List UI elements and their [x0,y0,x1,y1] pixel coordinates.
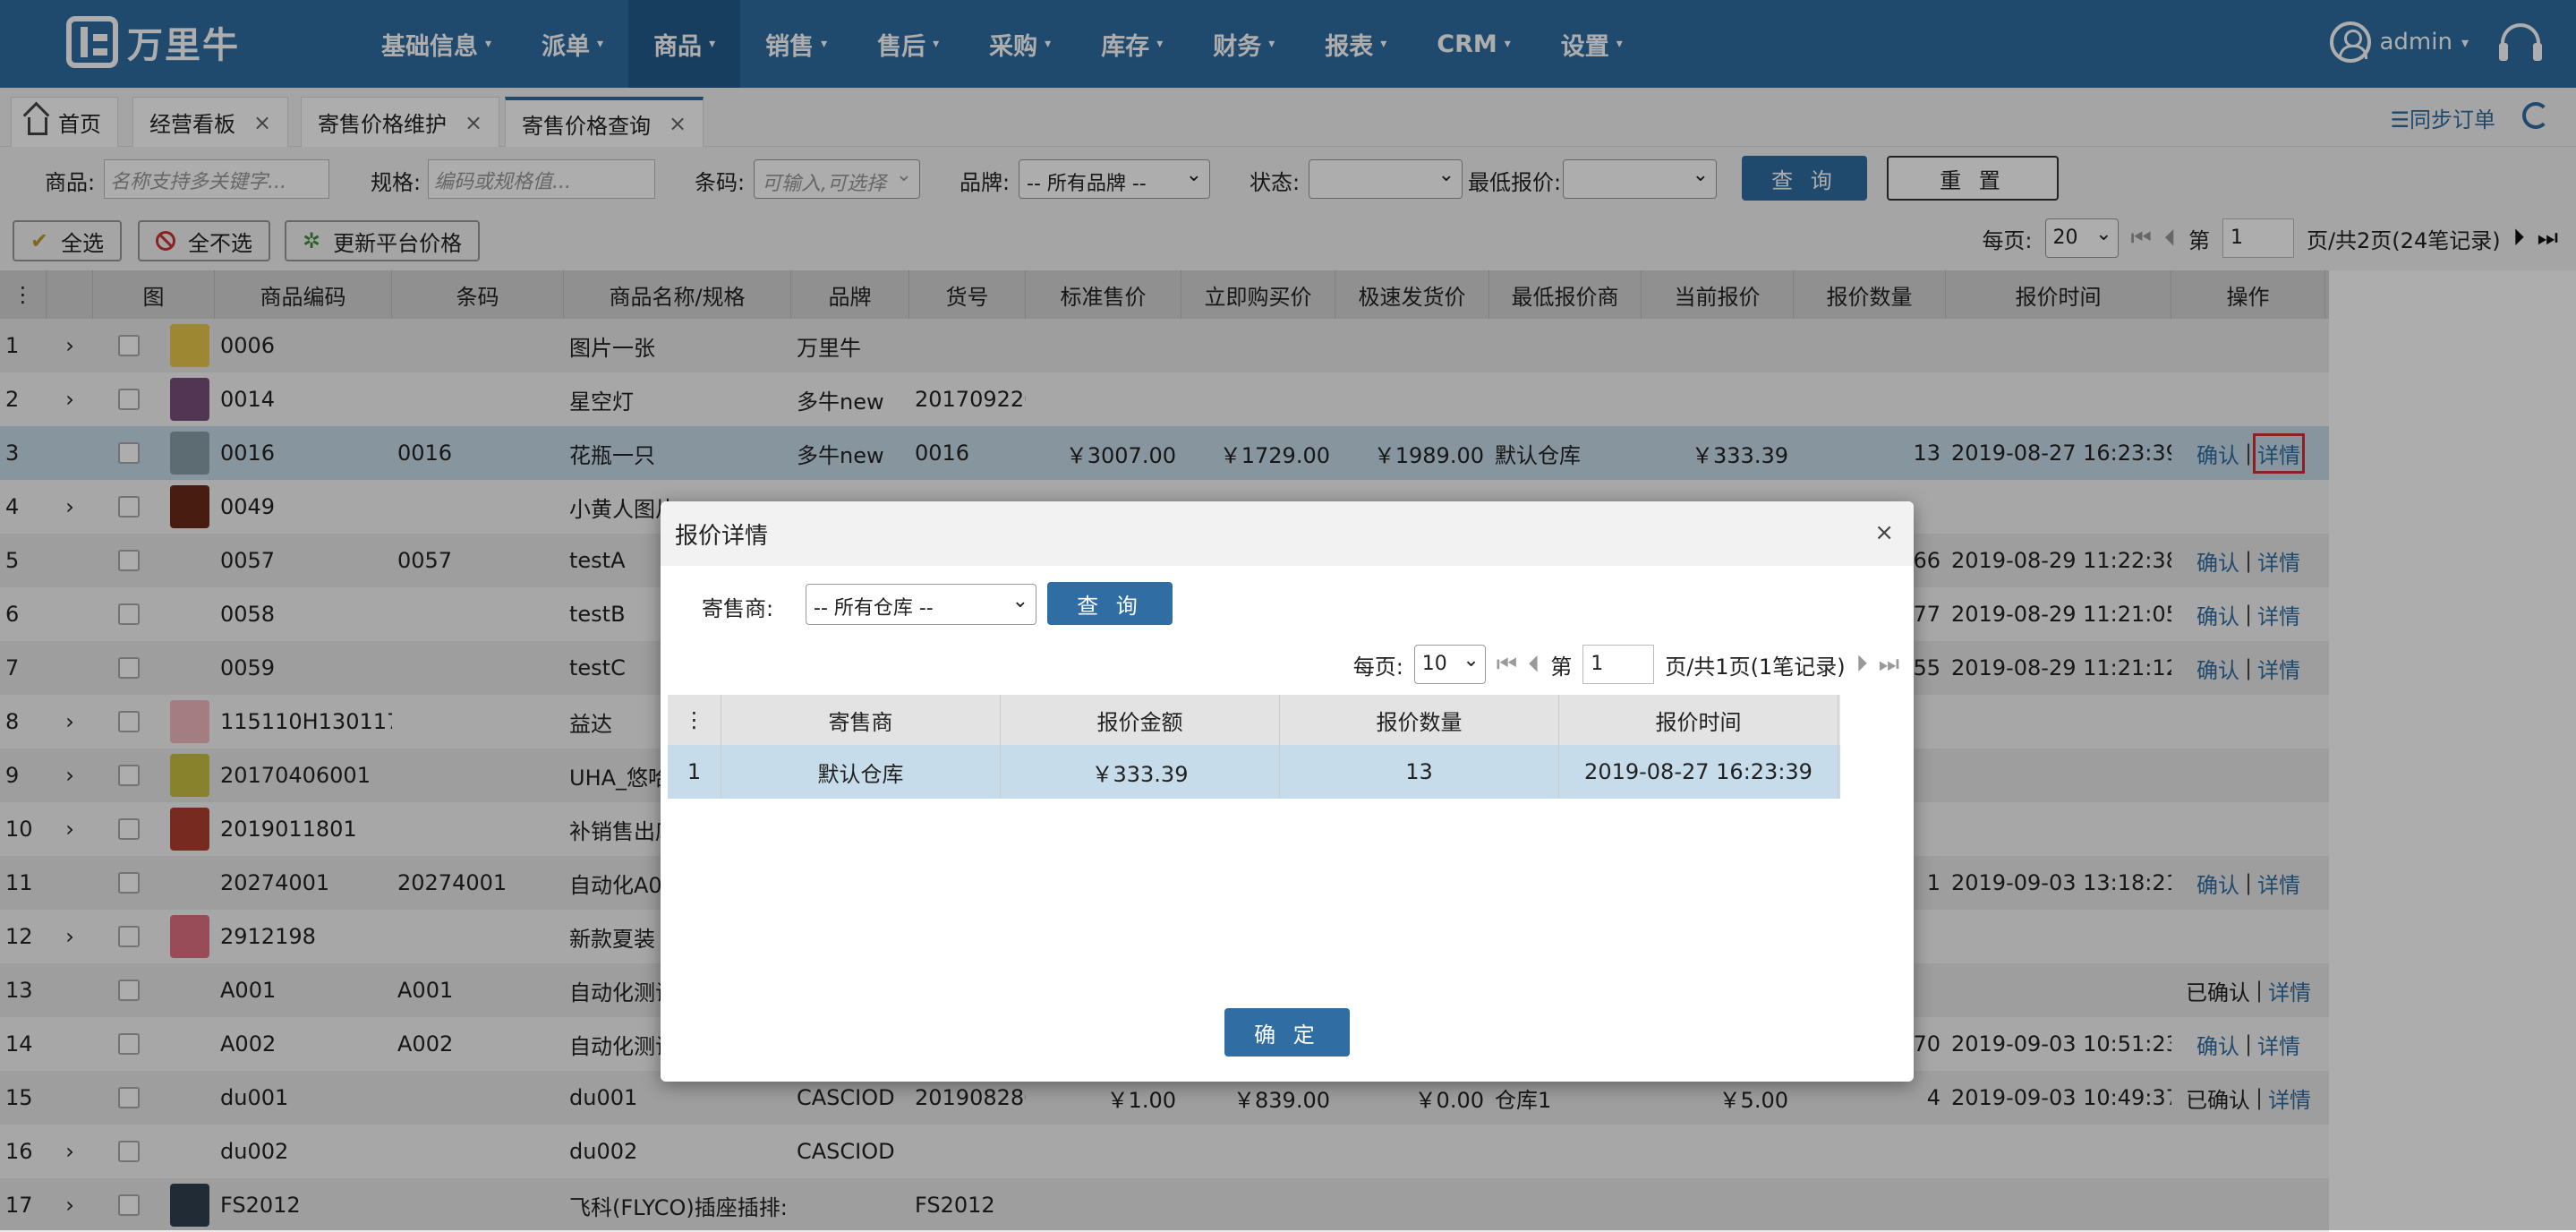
seller-label: 寄售商: [702,596,774,621]
column-menu-icon[interactable]: ⋮ [668,695,721,745]
page-summary: 页/共1页(1笔记录) [1665,654,1846,680]
dialog-query-button[interactable]: 查 询 [1047,582,1173,625]
quote-detail-dialog: 报价详情 × 寄售商: -- 所有仓库 -- ⌄ 查 询 每页: 10 ⌄ ⏮ … [661,501,1914,1082]
chevron-down-icon: ⌄ [1463,649,1480,672]
seller-select[interactable]: -- 所有仓库 -- ⌄ [806,584,1036,625]
close-icon[interactable]: × [1874,519,1894,546]
quote-qty-cell: 13 [1280,745,1559,799]
quote-amount-cell: ￥333.39 [1001,745,1280,799]
last-page-icon[interactable]: ⏭ [1879,651,1899,679]
ok-button[interactable]: 确 定 [1224,1008,1350,1057]
row-number: 1 [668,745,721,799]
column-header[interactable]: 报价金额 [1001,695,1280,745]
chevron-down-icon: ⌄ [1011,590,1028,612]
dialog-header: 报价详情 [661,501,1914,566]
per-page-label: 每页: [1352,654,1403,680]
dialog-title: 报价详情 [675,522,769,550]
dialog-page-input[interactable]: 1 [1582,645,1655,684]
column-header[interactable]: 寄售商 [721,695,1001,745]
first-page-icon[interactable]: ⏮ [1497,651,1517,679]
seller-cell: 默认仓库 [721,745,1001,799]
per-page-value: 10 [1421,653,1447,675]
column-header[interactable]: 报价时间 [1559,695,1838,745]
quote-time-cell: 2019-08-27 16:23:39 [1559,745,1838,799]
table-row[interactable]: 1 默认仓库 ￥333.39 13 2019-08-27 16:23:39 [668,745,1840,799]
seller-value: -- 所有仓库 -- [814,597,934,620]
dialog-per-page-select[interactable]: 10 ⌄ [1413,645,1486,684]
quote-grid-header: ⋮ 寄售商 报价金额 报价数量 报价时间 [668,695,1840,745]
dialog-pager: 每页: 10 ⌄ ⏮ ⏴ 第 1 页/共1页(1笔记录) ⏵ ⏭ [1353,645,1899,684]
quote-grid: ⋮ 寄售商 报价金额 报价数量 报价时间 1 默认仓库 ￥333.39 13 2… [668,695,1840,799]
column-header[interactable]: 报价数量 [1280,695,1559,745]
next-page-icon[interactable]: ⏵ [1856,651,1868,679]
prev-page-icon[interactable]: ⏴ [1528,651,1540,679]
page-label: 第 [1550,654,1573,680]
